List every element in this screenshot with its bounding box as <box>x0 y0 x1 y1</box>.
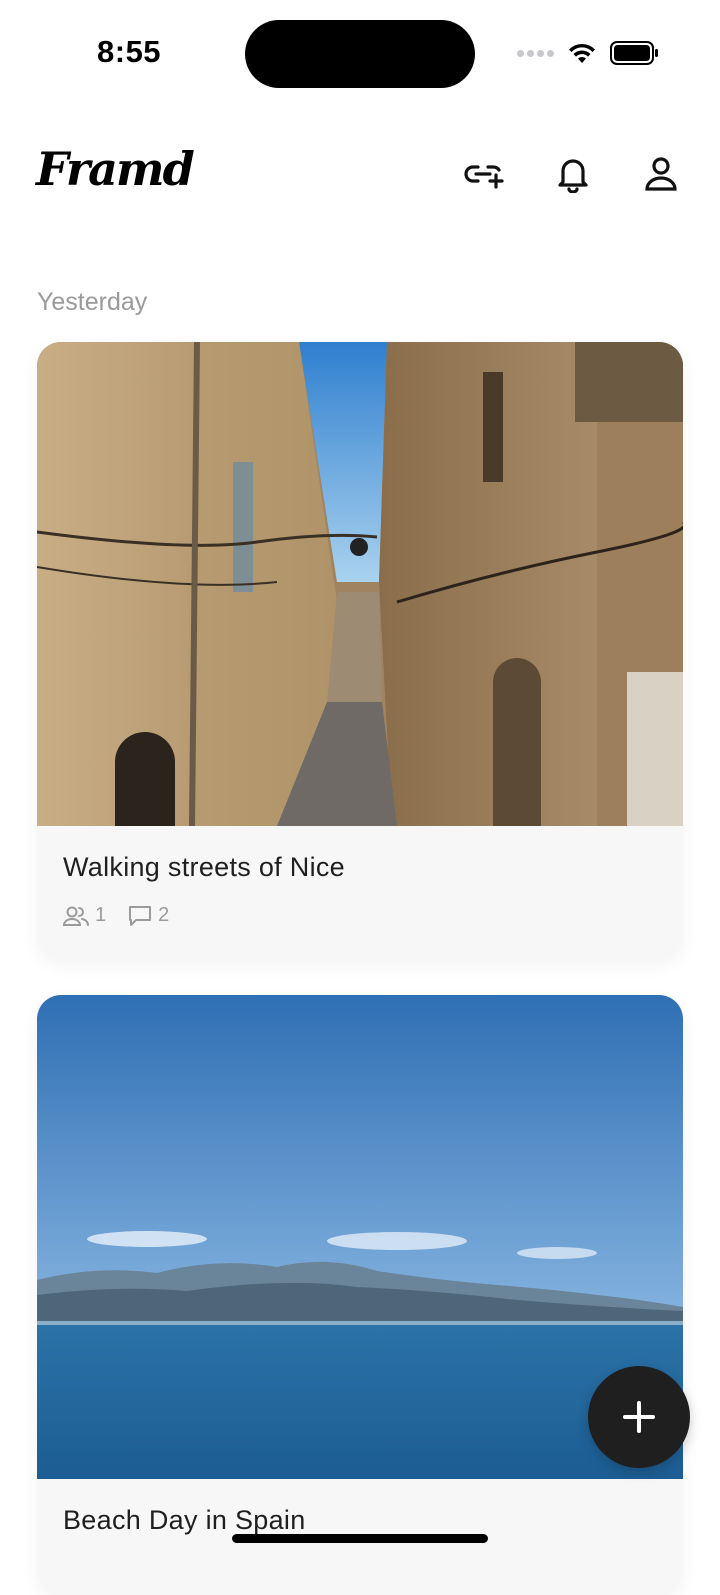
card-meta: 1 2 <box>63 904 183 927</box>
add-album-button[interactable] <box>588 1366 690 1468</box>
battery-icon <box>610 41 658 65</box>
album-card[interactable]: Beach Day in Spain <box>37 995 683 1595</box>
notifications-button[interactable] <box>551 152 595 196</box>
comment-icon <box>129 905 152 926</box>
people-icon <box>63 906 89 926</box>
profile-icon <box>645 157 677 191</box>
members-count: 1 <box>95 904 107 926</box>
comments-count-group: 2 <box>128 904 169 927</box>
card-title: Beach Day in Spain <box>63 1505 306 1535</box>
plus-icon <box>623 1401 655 1433</box>
status-indicators <box>517 38 660 68</box>
app-header: Framd <box>0 140 720 210</box>
add-link-icon <box>464 165 504 189</box>
sea-photo <box>37 995 683 1479</box>
status-bar: 8:55 <box>0 0 720 108</box>
bell-icon <box>558 159 588 193</box>
home-indicator[interactable] <box>232 1534 488 1543</box>
card-title: Walking streets of Nice <box>63 852 345 882</box>
section-label-date: Yesterday <box>37 288 148 316</box>
wifi-icon <box>569 43 595 63</box>
app-logo: Framd <box>36 142 195 196</box>
album-card[interactable]: Walking streets of Nice 1 2 <box>37 342 683 959</box>
dynamic-island <box>245 20 475 88</box>
profile-button[interactable] <box>639 152 683 196</box>
alley-photo <box>37 342 683 826</box>
cellular-signal-icon <box>517 49 554 57</box>
comments-count: 2 <box>158 904 170 926</box>
add-link-button[interactable] <box>463 152 507 196</box>
status-time: 8:55 <box>97 34 162 69</box>
members-count-group: 1 <box>63 904 106 927</box>
